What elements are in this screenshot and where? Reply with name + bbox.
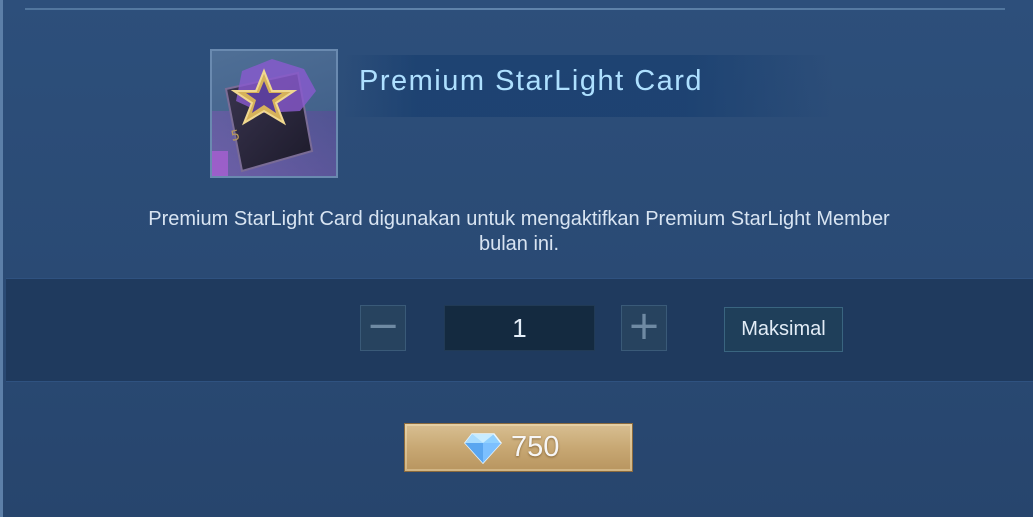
increase-quantity-button[interactable]: + bbox=[621, 305, 667, 351]
max-quantity-button[interactable]: Maksimal bbox=[724, 307, 843, 352]
description-line-2: bulan ini. bbox=[478, 233, 560, 255]
price-label: 750 bbox=[511, 431, 560, 463]
description-line-1: Premium StarLight Card digunakan untuk m… bbox=[148, 208, 890, 230]
top-divider bbox=[25, 8, 1005, 10]
buy-button[interactable]: 750 bbox=[404, 423, 633, 472]
item-thumbnail: 5 bbox=[210, 49, 338, 178]
purchase-dialog: 5 Premium StarLight Card Premium StarLig… bbox=[0, 0, 1033, 517]
diamond-icon bbox=[464, 433, 502, 464]
item-description: Premium StarLight Card digunakan untuk m… bbox=[63, 207, 975, 257]
item-title: Premium StarLight Card bbox=[359, 65, 704, 97]
decrease-quantity-button[interactable]: − bbox=[360, 305, 406, 351]
starlight-card-icon: 5 bbox=[212, 59, 336, 176]
quantity-field[interactable]: 1 bbox=[444, 305, 595, 351]
